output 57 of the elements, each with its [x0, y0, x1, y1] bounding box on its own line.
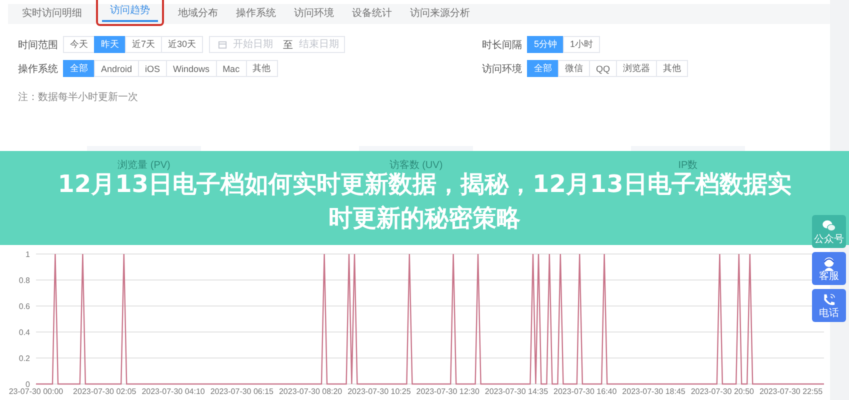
y-axis-label: 0.2 [18, 354, 30, 363]
filter-option[interactable]: 微信 [558, 60, 590, 77]
x-axis-label: 2023-07-30 06:15 [210, 387, 274, 396]
filter-option[interactable]: QQ [589, 60, 618, 77]
filter-option[interactable]: 浏览器 [616, 60, 658, 77]
y-axis-label: 0.4 [18, 328, 30, 337]
x-axis-label: 2023-07-30 14:35 [484, 387, 548, 396]
tab[interactable]: 地域分布 [170, 3, 226, 25]
filter-option[interactable]: 其他 [656, 60, 688, 77]
start-date-input[interactable]: 开始日期 [233, 39, 278, 50]
filter-option[interactable]: Android [94, 60, 140, 77]
x-axis-label: 2023-07-30 12:30 [416, 387, 480, 396]
x-axis-label: 23-07-30 00:00 [8, 387, 64, 396]
filter-option[interactable]: 其他 [246, 60, 278, 77]
filter-label: 时长间隔 [482, 38, 522, 52]
calendar-icon [218, 40, 228, 49]
filter-option[interactable]: iOS [138, 60, 168, 77]
side-phone-button[interactable]: 电话 [812, 289, 846, 322]
end-date-input[interactable]: 结束日期 [299, 39, 344, 50]
x-axis-label: 2023-07-30 18:45 [622, 387, 686, 396]
x-axis-label: 2023-07-30 04:10 [142, 387, 205, 396]
filter-label: 时间范围 [18, 38, 58, 52]
filter-option[interactable]: Mac [216, 60, 247, 77]
filter-option[interactable]: 1小时 [563, 36, 600, 53]
tab[interactable]: 设备统计 [344, 3, 400, 25]
filter-option[interactable]: 今天 [63, 36, 95, 53]
date-range-field[interactable]: 开始日期 至 结束日期 [209, 36, 346, 53]
tab[interactable]: 操作系统 [228, 3, 284, 25]
y-axis-label: 0.6 [18, 302, 30, 311]
x-axis-label: 2023-07-30 20:50 [690, 387, 754, 396]
stat-label: 访客数 (UV) [389, 158, 443, 170]
range-separator: 至 [283, 38, 294, 52]
headset-person-icon [821, 255, 837, 271]
filter-label: 访问环境 [482, 62, 522, 76]
tab[interactable]: 访问环境 [286, 3, 342, 25]
x-axis-label: 2023-07-30 08:20 [278, 387, 342, 396]
y-axis-label: 0.8 [18, 276, 30, 285]
y-axis-label: 0 [26, 380, 30, 389]
tab[interactable]: 访问来源分析 [402, 3, 478, 25]
filter-option[interactable]: Windows [166, 60, 217, 77]
chat-bubbles-icon [821, 218, 837, 234]
y-axis-label: 1 [26, 250, 30, 259]
filter-option[interactable]: 近7天 [125, 36, 162, 53]
x-axis-label: 2023-07-30 02:05 [73, 387, 136, 396]
phone-icon [821, 292, 837, 308]
tab[interactable]: 访问趋势 [102, 0, 158, 22]
x-axis-label: 2023-07-30 10:25 [348, 387, 411, 396]
update-note: 注：数据每半小时更新一次 [17, 90, 139, 104]
x-axis-label: 2023-07-30 22:55 [759, 387, 823, 396]
stat-label: IP数 [678, 159, 698, 170]
filter-option[interactable]: 近30天 [161, 36, 204, 53]
side-service-button[interactable]: 客服 [812, 252, 846, 285]
stat-label: 浏览量 (PV) [118, 158, 170, 170]
filter-label: 操作系统 [18, 62, 58, 76]
x-axis-label: 2023-07-30 16:40 [554, 387, 617, 396]
banner-title: 12月13日电子档如何实时更新数据，揭秘，12月13日电子档数据实时更新的秘密策略 [56, 170, 792, 234]
tab[interactable]: 实时访问明细 [14, 3, 90, 25]
